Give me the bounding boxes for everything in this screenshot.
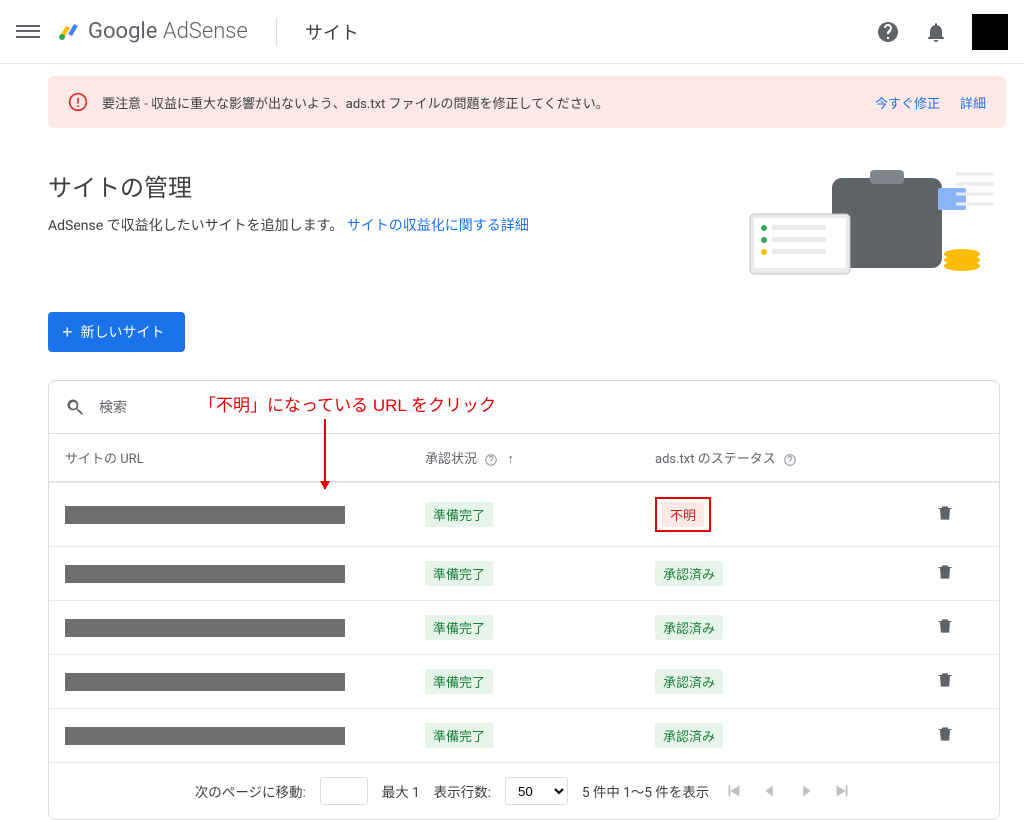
table-row[interactable]: 準備完了 承認済み xyxy=(49,708,999,762)
page-range-label: 5 件中 1～5 件を表示 xyxy=(582,781,709,801)
sites-illustration xyxy=(740,168,1000,278)
col-header-url[interactable]: サイトの URL xyxy=(65,448,425,467)
ads-txt-alert: 要注意 - 収益に重大な影響が出ないよう、ads.txt ファイルの問題を修正し… xyxy=(48,76,1006,128)
bell-icon[interactable] xyxy=(924,20,948,44)
monetization-help-link[interactable]: サイトの収益化に関する詳細 xyxy=(347,218,529,234)
trash-icon[interactable] xyxy=(935,503,955,523)
ads-status-badge: 承認済み xyxy=(655,669,723,694)
help-icon[interactable] xyxy=(783,453,797,467)
status-badge: 準備完了 xyxy=(425,723,493,748)
col-header-status[interactable]: 承認状況 ↑ xyxy=(425,448,655,467)
adsense-logo-icon xyxy=(56,20,80,44)
search-icon xyxy=(65,397,85,417)
ads-status-badge: 不明 xyxy=(662,502,704,527)
site-url-redacted xyxy=(65,673,345,691)
status-badge: 準備完了 xyxy=(425,502,493,527)
page-breadcrumb: サイト xyxy=(305,19,359,45)
help-icon[interactable] xyxy=(484,453,498,467)
rows-per-page-select[interactable]: 50 xyxy=(505,777,568,805)
goto-page-label: 次のページに移動: xyxy=(195,781,306,801)
alert-icon xyxy=(68,92,88,112)
brand-text: Google AdSense xyxy=(88,19,248,44)
trash-icon[interactable] xyxy=(935,562,955,582)
site-url-redacted xyxy=(65,727,345,745)
rows-per-page-label: 表示行数: xyxy=(434,781,491,801)
first-page-icon[interactable] xyxy=(723,780,745,802)
table-row[interactable]: 準備完了 不明 xyxy=(49,482,999,546)
trash-icon[interactable] xyxy=(935,616,955,636)
table-row[interactable]: 準備完了 承認済み xyxy=(49,600,999,654)
page-title: サイトの管理 xyxy=(48,168,740,203)
pager: 次のページに移動: 最大 1 表示行数: 50 5 件中 1～5 件を表示 xyxy=(49,762,999,819)
page-number-input[interactable] xyxy=(320,777,368,805)
ads-status-badge: 承認済み xyxy=(655,561,723,586)
table-row[interactable]: 準備完了 承認済み xyxy=(49,546,999,600)
status-badge: 準備完了 xyxy=(425,561,493,586)
table-header: サイトの URL 承認状況 ↑ ads.txt のステータス xyxy=(49,434,999,482)
table-row[interactable]: 準備完了 承認済み xyxy=(49,654,999,708)
ads-status-badge: 承認済み xyxy=(655,615,723,640)
app-topbar: Google AdSense サイト xyxy=(0,0,1024,64)
next-page-icon[interactable] xyxy=(795,780,817,802)
last-page-icon[interactable] xyxy=(831,780,853,802)
col-header-ads[interactable]: ads.txt のステータス xyxy=(655,448,895,467)
divider xyxy=(276,18,277,46)
plus-icon: + xyxy=(62,323,73,341)
sort-asc-icon: ↑ xyxy=(507,452,514,467)
alert-text: 要注意 - 収益に重大な影響が出ないよう、ads.txt ファイルの問題を修正し… xyxy=(102,93,855,112)
status-badge: 準備完了 xyxy=(425,669,493,694)
status-badge: 準備完了 xyxy=(425,615,493,640)
menu-icon[interactable] xyxy=(16,20,40,44)
trash-icon[interactable] xyxy=(935,724,955,744)
avatar[interactable] xyxy=(972,14,1008,50)
search-row[interactable]: 検索 xyxy=(49,381,999,434)
help-icon[interactable] xyxy=(876,20,900,44)
search-placeholder: 検索 xyxy=(99,397,127,417)
trash-icon[interactable] xyxy=(935,670,955,690)
prev-page-icon[interactable] xyxy=(759,780,781,802)
ads-status-badge: 承認済み xyxy=(655,723,723,748)
sites-card: 「不明」になっている URL をクリック 検索 サイトの URL 承認状況 ↑ … xyxy=(48,380,1000,820)
fix-now-link[interactable]: 今すぐ修正 xyxy=(875,93,940,112)
page-subtitle: AdSense で収益化したいサイトを追加します。 サイトの収益化に関する詳細 xyxy=(48,215,740,235)
site-url-redacted xyxy=(65,565,345,583)
site-url-redacted xyxy=(65,506,345,524)
alert-details-link[interactable]: 詳細 xyxy=(960,93,986,112)
max-page-label: 最大 1 xyxy=(382,781,420,801)
add-site-button[interactable]: + 新しいサイト xyxy=(48,312,185,352)
site-url-redacted xyxy=(65,619,345,637)
highlight-box: 不明 xyxy=(655,497,711,532)
